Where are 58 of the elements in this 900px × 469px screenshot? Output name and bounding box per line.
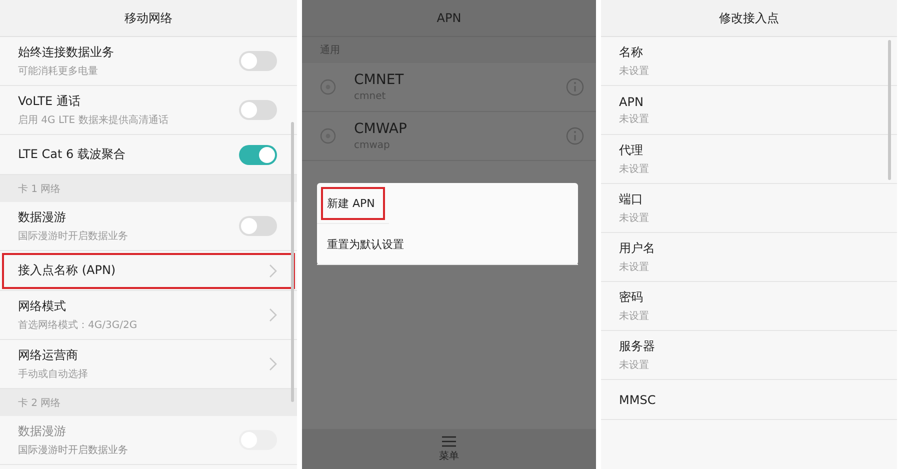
setting-description: 国际漫游时开启数据业务 [18,444,129,457]
setting-description: 国际漫游时开启数据业务 [18,230,129,243]
chevron-icon [269,264,277,278]
radio-button[interactable] [320,79,336,95]
radio-button[interactable] [320,128,336,144]
setting-label: 密码 [619,289,644,306]
setting-label: 网络运营商 [18,347,79,364]
setting-description: 手动或自动选择 [18,368,89,381]
toggle-switch[interactable] [239,144,277,164]
setting-description: 可能消耗更多电量 [18,64,99,78]
menu-icon [442,436,456,446]
toggle-switch[interactable] [239,51,277,71]
apn-name: CMWAP [354,121,408,137]
menu-item[interactable]: 重置为默认设置 [317,224,578,265]
setting-label: 用户名 [619,240,656,257]
apn-name: CMNET [354,72,405,88]
setting-label: LTE Cat 6 载波聚合 [18,146,126,163]
chevron-icon [269,308,277,322]
setting-label: VoLTE 通话 [18,93,82,110]
setting-label: 数据漫游 [18,423,67,440]
setting-label: 端口 [619,191,644,208]
setting-description: 未设置 [619,358,650,372]
setting-description: 未设置 [619,112,650,126]
setting-description: 未设置 [619,162,650,176]
setting-description: 未设置 [619,64,650,78]
menu-item[interactable]: 新建 APN [317,183,389,224]
setting-label: 服务器 [619,338,656,355]
setting-description: 首选网络模式：4G/3G/2G [18,318,138,332]
toggle-switch[interactable] [239,216,277,236]
setting-label: 始终连接数据业务 [18,44,115,61]
info-icon[interactable] [566,78,584,96]
setting-description: 未设置 [619,310,650,323]
screen-title: 修改接入点 [719,10,779,26]
form-field-row[interactable]: 服务器 未设置 [601,331,897,380]
info-icon[interactable] [566,127,584,145]
setting-label: MMSC [619,392,657,406]
chevron-icon [269,357,277,371]
form-field-row[interactable]: MMSC [601,380,897,420]
setting-label: 名称 [619,44,644,61]
setting-label: 网络模式 [18,298,67,315]
setting-label: APN [619,94,644,108]
screen-title: 移动网络 [124,10,172,26]
settings-row[interactable]: 始终连接数据业务 可能消耗更多电量 [0,37,297,86]
section-header: 卡 2 网络 [18,396,61,410]
screen-title: APN [436,11,462,25]
settings-row[interactable]: 接入点名称 (APN) [0,251,297,291]
form-field-row[interactable]: 用户名 未设置 [601,233,897,282]
setting-label: 数据漫游 [18,209,67,226]
settings-row[interactable]: VoLTE 通话 启用 4G LTE 数据来提供高清通话 [0,86,297,135]
form-field-row[interactable]: 端口 未设置 [601,184,897,233]
setting-description: 启用 4G LTE 数据来提供高清通话 [18,114,170,127]
toggle-switch[interactable] [239,100,277,120]
setting-label: 代理 [619,142,644,159]
setting-description: 未设置 [619,260,650,274]
section-header: 卡 1 网络 [18,182,61,196]
setting-description: 未设置 [619,212,650,225]
setting-label: 接入点名称 (APN) [18,262,117,279]
form-field-row[interactable]: 密码 未设置 [601,282,897,331]
